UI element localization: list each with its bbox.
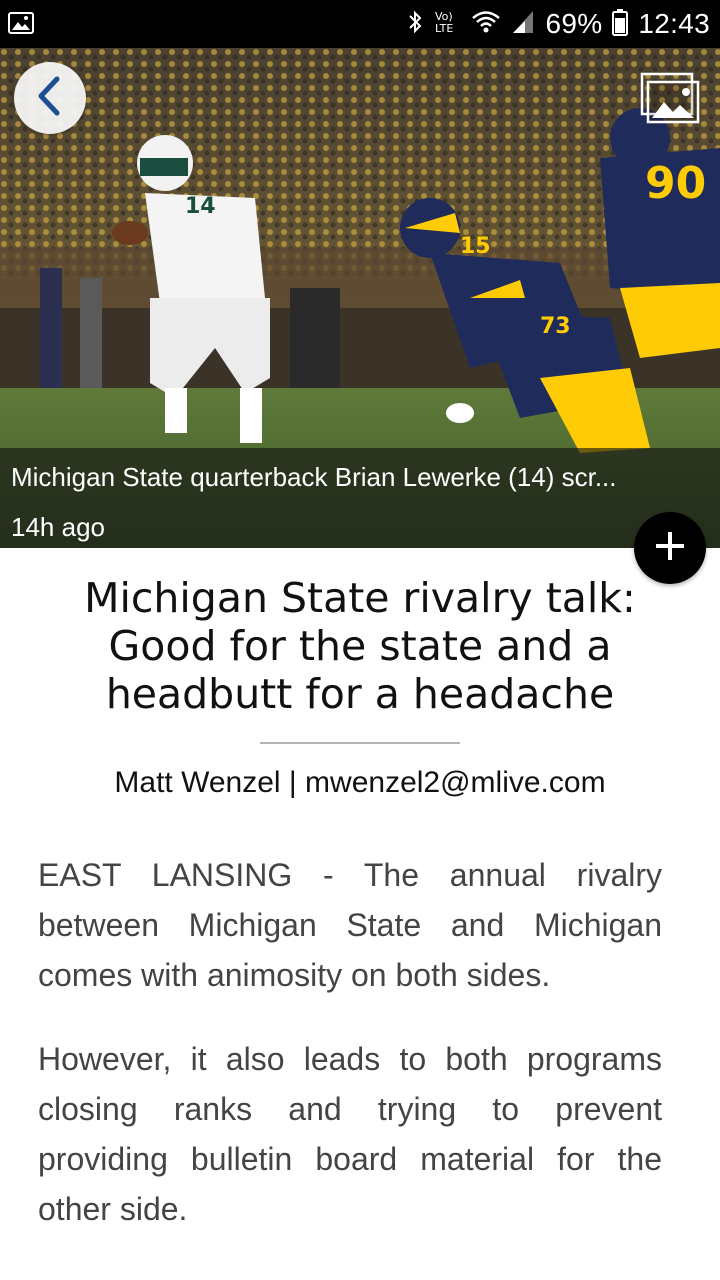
battery-icon	[612, 8, 629, 40]
article-paragraph: EAST LANSING - The annual rivalry betwee…	[38, 857, 662, 993]
svg-text:73: 73	[540, 314, 571, 339]
byline[interactable]: Matt Wenzel | mwenzel2@mlive.com	[20, 766, 700, 800]
article-title: Michigan State rivalry talk: Good for th…	[84, 574, 636, 718]
back-button[interactable]	[14, 62, 86, 134]
plus-icon	[654, 530, 686, 566]
volte-icon: Vo) LTE	[433, 9, 461, 39]
photo-gallery-button[interactable]	[640, 72, 702, 126]
status-bar: Vo) LTE 69% 12:43	[0, 0, 720, 48]
bluetooth-icon	[407, 9, 423, 39]
chevron-left-icon	[35, 75, 65, 121]
svg-text:15: 15	[460, 234, 491, 259]
clock: 12:43	[638, 8, 710, 39]
article-paragraph: However, it also leads to both programs …	[38, 1041, 662, 1227]
svg-text:LTE: LTE	[435, 22, 453, 35]
photo-timestamp: 14h ago	[11, 512, 105, 542]
image-gallery-icon	[640, 72, 702, 130]
battery-percent: 69%	[545, 8, 603, 39]
svg-text:14: 14	[185, 194, 216, 219]
title-divider	[260, 742, 460, 744]
gallery-notification-icon	[8, 10, 34, 36]
wifi-icon	[471, 9, 501, 39]
svg-text:90: 90	[645, 158, 706, 209]
photo-caption[interactable]: Michigan State quarterback Brian Lewerke…	[11, 462, 701, 493]
signal-icon	[511, 9, 535, 39]
